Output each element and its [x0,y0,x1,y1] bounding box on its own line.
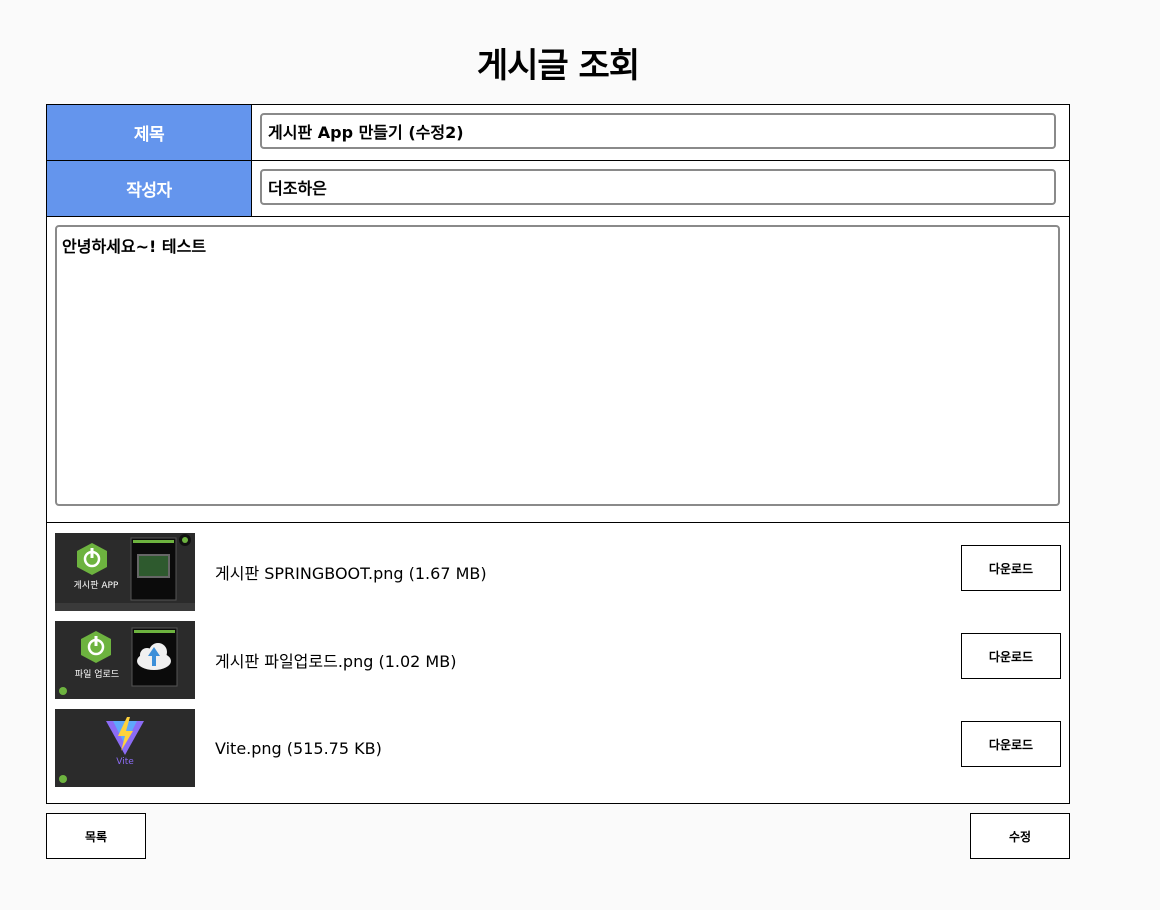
spring-app-thumbnail-icon: 게시판 APP [55,533,195,611]
file-name: Vite.png (515.75 KB) [215,738,382,758]
edit-button[interactable]: 수정 [970,813,1070,859]
author-label: 작성자 [47,161,252,216]
title-label: 제목 [47,105,252,160]
vite-thumbnail-icon: Vite [55,709,195,787]
file-thumbnail: 파일 업로드 [55,621,195,699]
file-item: Vite Vite.png (515.75 KB) 다운로드 [55,709,1061,787]
title-input[interactable] [260,113,1056,149]
page-title: 게시글 조회 [476,46,640,86]
file-name: 게시판 파일업로드.png (1.02 MB) [215,652,457,671]
file-list: 게시판 APP 게시판 SPRINGBOOT.png (1.67 MB) 다운로… [47,523,1069,803]
download-button[interactable]: 다운로드 [961,633,1061,679]
file-thumbnail: 게시판 APP [55,533,195,611]
file-upload-thumbnail-icon: 파일 업로드 [55,621,195,699]
content-textarea[interactable]: 안녕하세요~! 테스트 [55,225,1060,506]
author-row: 작성자 [47,161,1069,217]
list-button[interactable]: 목록 [46,813,146,859]
file-name: 게시판 SPRINGBOOT.png (1.67 MB) [215,564,487,583]
post-detail-table: 제목 작성자 안녕하세요~! 테스트 게시판 APP [46,104,1070,804]
download-button[interactable]: 다운로드 [961,545,1061,591]
file-thumbnail: Vite [55,709,195,787]
svg-text:Vite: Vite [116,757,134,767]
download-button[interactable]: 다운로드 [961,721,1061,767]
file-item: 게시판 APP 게시판 SPRINGBOOT.png (1.67 MB) 다운로… [55,533,1061,611]
svg-text:파일 업로드: 파일 업로드 [75,669,119,680]
file-item: 파일 업로드 게시판 파일업로드.png (1.02 MB) 다운로드 [55,621,1061,699]
svg-text:게시판 APP: 게시판 APP [74,580,119,591]
title-row: 제목 [47,105,1069,161]
content-row: 안녕하세요~! 테스트 [47,217,1069,523]
author-input[interactable] [260,169,1056,205]
